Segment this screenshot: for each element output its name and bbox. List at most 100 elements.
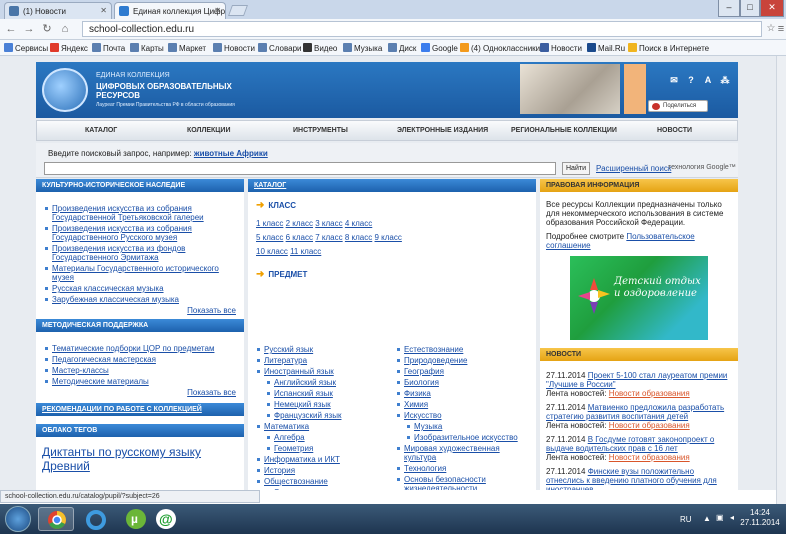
subject-link[interactable]: Алгебра: [274, 433, 305, 442]
chrome-taskbar-icon[interactable]: [38, 507, 74, 531]
list-item[interactable]: Зарубежная классическая музыка: [42, 295, 240, 304]
subject-subitem[interactable]: Испанский язык: [254, 389, 394, 398]
news-category-link[interactable]: Новости образования: [609, 421, 690, 430]
subject-link[interactable]: Иностранный язык: [264, 367, 334, 376]
advanced-search-link[interactable]: Расширенный поиск: [596, 164, 671, 173]
news-category-link[interactable]: Новости образования: [609, 453, 690, 462]
subject-link[interactable]: Информатика и ИКТ: [264, 455, 340, 464]
list-item[interactable]: Русская классическая музыка: [42, 284, 240, 293]
bookmark-item[interactable]: Маркет: [168, 43, 206, 53]
bookmark-item[interactable]: Музыка: [343, 43, 382, 53]
list-item[interactable]: Мастер-классы: [42, 366, 240, 375]
minimize-button[interactable]: ‒: [718, 0, 740, 17]
heritage-link[interactable]: Русская классическая музыка: [52, 284, 164, 293]
bookmark-item[interactable]: Почта: [92, 43, 125, 53]
menu-item-e-publications[interactable]: ЭЛЕКТРОННЫЕ ИЗДАНИЯ: [397, 127, 488, 134]
list-item[interactable]: Тематические подборки ЦОР по предметам: [42, 344, 240, 353]
kids-rest-banner[interactable]: Детский отдых и оздоровление: [570, 256, 708, 340]
new-tab-button[interactable]: [227, 5, 249, 16]
list-item[interactable]: Материалы Государственного исторического…: [42, 264, 240, 282]
show-all-method-link[interactable]: Показать все: [187, 388, 236, 397]
subject-subitem[interactable]: Алгебра: [254, 433, 394, 442]
list-item[interactable]: Методические материалы: [42, 377, 240, 386]
subject-link[interactable]: Музыка: [414, 422, 442, 431]
subject-item[interactable]: Информатика и ИКТ: [254, 455, 394, 464]
subject-item[interactable]: Физика: [394, 389, 534, 398]
subject-item[interactable]: Технология: [394, 464, 534, 473]
subject-link[interactable]: Обществознание: [264, 477, 328, 486]
maximize-button[interactable]: □: [740, 0, 760, 17]
class-link[interactable]: 10 класс: [256, 247, 288, 256]
class-link[interactable]: 3 класс: [315, 219, 342, 228]
close-icon[interactable]: ✕: [100, 6, 107, 15]
subject-link[interactable]: География: [404, 367, 444, 376]
subject-item[interactable]: Природоведение: [394, 356, 534, 365]
heritage-link[interactable]: Произведения искусства из собрания Госуд…: [52, 204, 204, 222]
subject-link[interactable]: Французский язык: [274, 411, 341, 420]
class-link[interactable]: 7 класс: [315, 233, 342, 242]
address-bar[interactable]: school-collection.edu.ru: [82, 21, 762, 37]
search-input[interactable]: [44, 162, 556, 175]
bookmark-item[interactable]: Новости: [540, 43, 582, 53]
subject-item[interactable]: Иностранный язык: [254, 367, 394, 376]
find-button[interactable]: Найти: [562, 162, 590, 175]
mailagent-taskbar-icon[interactable]: @: [148, 507, 184, 531]
menu-item-news[interactable]: НОВОСТИ: [657, 127, 692, 134]
search-example-link[interactable]: животные Африки: [194, 149, 268, 158]
catalog-link[interactable]: КАТАЛОГ: [254, 182, 286, 189]
subject-link[interactable]: Геометрия: [274, 444, 313, 453]
tag-link[interactable]: Диктанты по русскому языку Древний: [42, 445, 201, 473]
heritage-link[interactable]: Материалы Государственного исторического…: [52, 264, 219, 282]
bookmark-item[interactable]: Диск: [388, 43, 416, 53]
bookmark-item[interactable]: Новости: [213, 43, 255, 53]
list-item[interactable]: Педагогическая мастерская: [42, 355, 240, 364]
tray-arrow-icon[interactable]: ▲: [703, 514, 711, 523]
subject-subitem[interactable]: Геометрия: [254, 444, 394, 453]
recommend-link[interactable]: РЕКОМЕНДАЦИИ ПО РАБОТЕ С КОЛЛЕКЦИЕЙ: [42, 406, 202, 413]
subject-subitem[interactable]: Французский язык: [254, 411, 394, 420]
subject-link[interactable]: Английский язык: [274, 378, 336, 387]
method-link[interactable]: Мастер-классы: [52, 366, 109, 375]
site-logo[interactable]: [42, 68, 88, 112]
menu-item-catalog[interactable]: КАТАЛОГ: [85, 127, 117, 134]
bookmark-item[interactable]: Поиск в Интернете: [628, 43, 709, 53]
bookmark-item[interactable]: Яндекс: [50, 43, 88, 53]
subject-link[interactable]: Природоведение: [404, 356, 467, 365]
menu-item-collections[interactable]: КОЛЛЕКЦИИ: [187, 127, 230, 134]
class-link[interactable]: 4 класс: [345, 219, 372, 228]
back-icon[interactable]: ←: [4, 22, 18, 36]
menu-icon[interactable]: ≡: [774, 22, 786, 36]
font-size-icon[interactable]: A: [701, 70, 715, 90]
method-link[interactable]: Педагогическая мастерская: [52, 355, 156, 364]
subject-link[interactable]: Химия: [404, 400, 428, 409]
class-link[interactable]: 9 класс: [375, 233, 402, 242]
mail-icon[interactable]: ✉: [667, 70, 681, 90]
subject-subitem[interactable]: Музыка: [394, 422, 534, 431]
subject-item[interactable]: Основы безопасности жизнедеятельности: [394, 475, 534, 490]
subject-subitem[interactable]: Немецкий язык: [254, 400, 394, 409]
subject-link[interactable]: Математика: [264, 422, 309, 431]
subject-link[interactable]: Русский язык: [264, 345, 313, 354]
language-indicator[interactable]: RU: [680, 515, 692, 524]
subject-item[interactable]: Математика: [254, 422, 394, 431]
help-icon[interactable]: ?: [684, 70, 698, 90]
subject-link[interactable]: Физика: [404, 389, 431, 398]
page-scrollbar[interactable]: [776, 56, 786, 504]
subject-item[interactable]: Биология: [394, 378, 534, 387]
heritage-link[interactable]: Произведения искусства из собрания Госуд…: [52, 224, 192, 242]
bookmark-item[interactable]: Карты: [130, 43, 164, 53]
ie-taskbar-icon[interactable]: [78, 507, 114, 531]
subject-link[interactable]: Естествознание: [404, 345, 463, 354]
volume-icon[interactable]: ◂: [730, 513, 734, 522]
reload-icon[interactable]: ↻: [40, 22, 54, 36]
class-link[interactable]: 1 класс: [256, 219, 283, 228]
bookmark-item[interactable]: Видео: [303, 43, 337, 53]
method-link[interactable]: Методические материалы: [52, 377, 149, 386]
clock[interactable]: 14:24 27.11.2014: [738, 508, 782, 528]
list-item[interactable]: Произведения искусства из фондов Государ…: [42, 244, 240, 262]
subject-subitem[interactable]: Экономика: [254, 488, 394, 490]
subject-subitem[interactable]: Английский язык: [254, 378, 394, 387]
subject-item[interactable]: Естествознание: [394, 345, 534, 354]
share-button[interactable]: Поделиться: [648, 100, 708, 112]
subject-link[interactable]: Мировая художественная культура: [404, 444, 500, 462]
